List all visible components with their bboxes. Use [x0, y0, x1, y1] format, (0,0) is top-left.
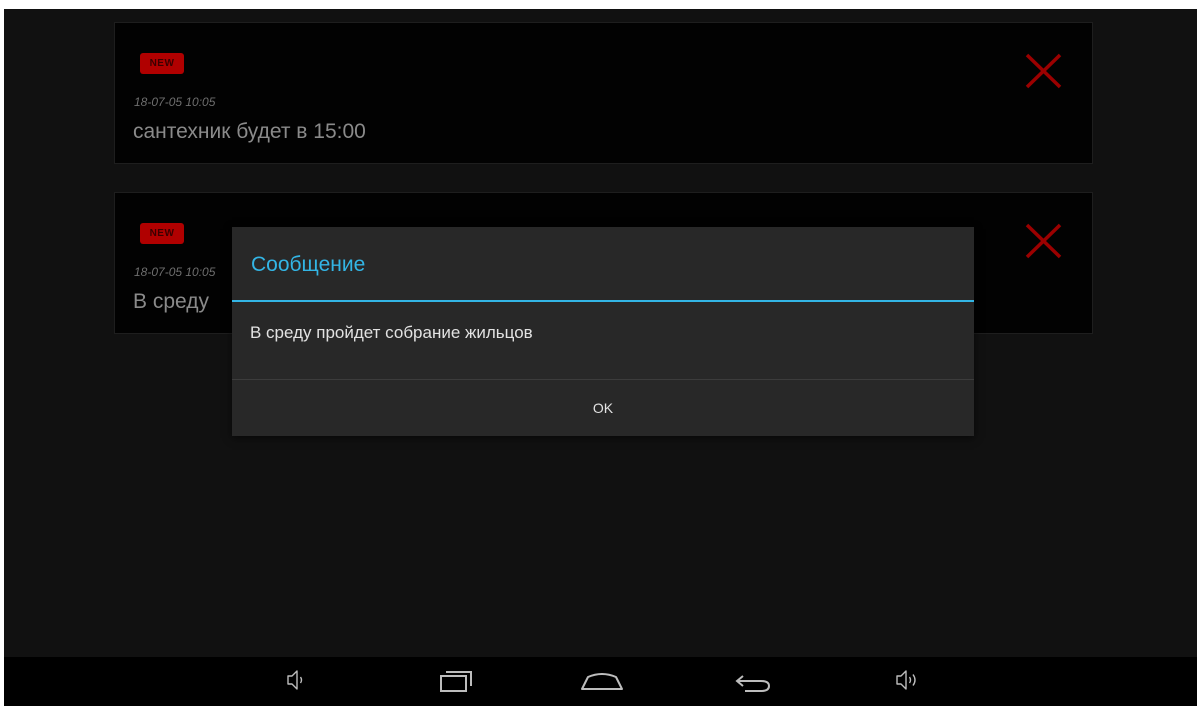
dialog-title: Сообщение — [251, 253, 366, 276]
message-time: 18-07-05 10:05 — [134, 265, 216, 279]
ok-button[interactable]: OK — [232, 380, 974, 436]
home-icon[interactable] — [578, 665, 626, 699]
message-card[interactable]: NEW 18-07-05 10:05 сантехник будет в 15:… — [114, 22, 1093, 164]
navigation-bar — [4, 657, 1197, 706]
recent-apps-icon[interactable] — [433, 665, 481, 699]
message-text: сантехник будет в 15:00 — [133, 120, 366, 143]
volume-up-icon[interactable] — [884, 665, 932, 699]
back-icon[interactable] — [730, 665, 778, 699]
close-x-icon[interactable] — [1024, 221, 1064, 261]
dialog-title-divider — [232, 300, 974, 302]
message-text: В среду — [133, 290, 209, 313]
volume-down-icon[interactable] — [272, 665, 320, 699]
screen: NEW 18-07-05 10:05 сантехник будет в 15:… — [4, 9, 1197, 706]
new-badge: NEW — [140, 223, 184, 244]
message-list: NEW 18-07-05 10:05 сантехник будет в 15:… — [4, 9, 1197, 657]
new-badge: NEW — [140, 53, 184, 74]
message-dialog: Сообщение В среду пройдет собрание жильц… — [232, 227, 974, 436]
message-time: 18-07-05 10:05 — [134, 95, 216, 109]
dialog-message: В среду пройдет собрание жильцов — [250, 323, 533, 342]
close-x-icon[interactable] — [1024, 51, 1064, 91]
